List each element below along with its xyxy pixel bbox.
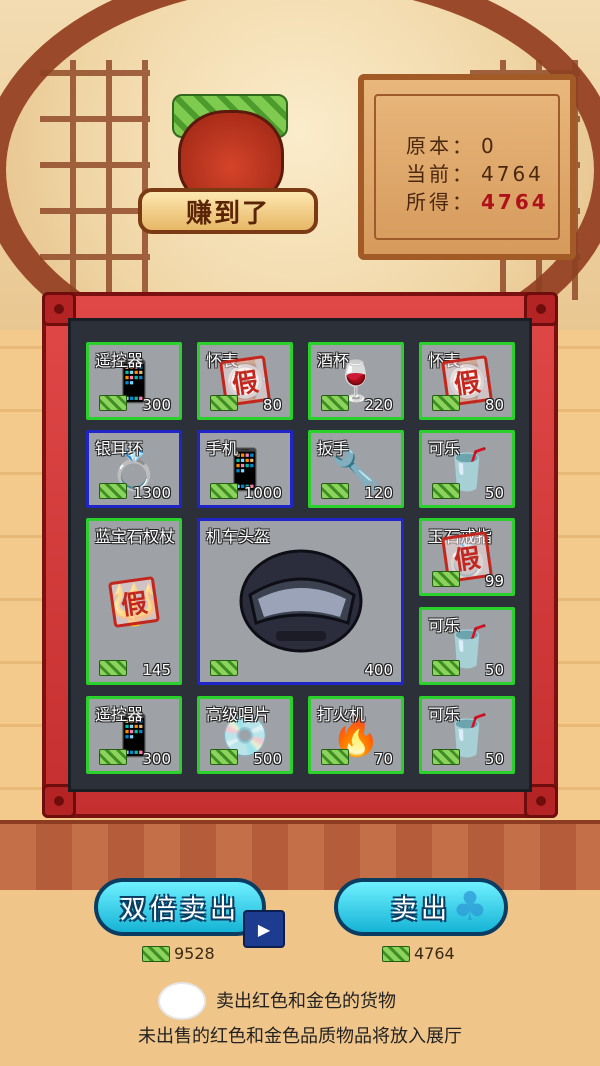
helmet-icon: [239, 549, 362, 653]
cash-icon: [99, 483, 127, 499]
item-slot[interactable]: ⌚怀表假80: [419, 342, 515, 420]
clover-icon: ♣: [452, 884, 488, 930]
cash-icon: [432, 660, 460, 676]
sell-amount: 4764: [382, 944, 455, 963]
cash-icon: [432, 749, 460, 765]
cash-icon: [99, 749, 127, 765]
item-slot[interactable]: 🔱蓝宝石权杖假145: [86, 518, 182, 685]
item-slot[interactable]: 🔥 打火机 70: [308, 696, 404, 774]
item-price: 120: [364, 484, 393, 502]
cash-icon: [142, 945, 170, 962]
item-price: 220: [364, 396, 393, 414]
item-name: 扳手: [317, 439, 350, 458]
item-price: 1300: [132, 484, 171, 502]
cash-icon: [432, 571, 460, 587]
stat-gain: 所得： 4764: [406, 190, 549, 214]
cash-icon: [432, 395, 460, 411]
item-slot[interactable]: 🍷 酒杯 220: [308, 342, 404, 420]
cash-icon: [210, 749, 238, 765]
item-name: 酒杯: [317, 351, 350, 370]
item-price: 99: [484, 572, 504, 590]
item-name: 可乐: [428, 705, 461, 724]
item-name: 可乐: [428, 616, 461, 635]
item-price: 145: [142, 661, 171, 679]
item-slot[interactable]: 💍玉石戒指假99: [419, 518, 515, 596]
item-name: 遥控器: [95, 351, 144, 370]
cash-icon: [99, 660, 127, 676]
item-name: 高级唱片: [206, 705, 271, 724]
double-sell-button[interactable]: 双倍卖出: [94, 878, 266, 936]
item-price: 70: [373, 750, 393, 768]
stat-original: 原本： 0: [406, 134, 497, 158]
carpet-border: [0, 820, 600, 898]
item-price: 80: [484, 396, 504, 414]
item-slot[interactable]: 🥤 可乐 50: [419, 607, 515, 685]
item-price: 50: [484, 750, 504, 768]
item-name: 银耳环: [95, 439, 144, 458]
item-price: 80: [262, 396, 282, 414]
item-name: 蓝宝石权杖: [95, 527, 176, 546]
item-price: 400: [364, 661, 393, 679]
item-slot[interactable]: 💿 高级唱片 500: [197, 696, 293, 774]
item-slot[interactable]: 机车头盔 400: [197, 518, 404, 685]
item-slot[interactable]: 💍 银耳环 1300: [86, 430, 182, 508]
sell-red-gold-toggle[interactable]: [158, 982, 206, 1020]
item-price: 500: [253, 750, 282, 768]
item-name: 机车头盔: [206, 527, 271, 546]
cash-icon: [321, 749, 349, 765]
stat-current: 当前： 4764: [406, 162, 544, 186]
cash-icon: [99, 395, 127, 411]
item-name: 打火机: [317, 705, 366, 724]
double-sell-amount: 9528: [142, 944, 215, 963]
item-slot[interactable]: 🥤 可乐 50: [419, 696, 515, 774]
item-slot[interactable]: 🔧 扳手 120: [308, 430, 404, 508]
item-slot[interactable]: 📱 遥控器 300: [86, 696, 182, 774]
item-slot[interactable]: ⌚怀表假80: [197, 342, 293, 420]
window-lattice-left: [40, 60, 150, 300]
cash-icon: [210, 483, 238, 499]
cash-icon: [321, 395, 349, 411]
item-price: 50: [484, 484, 504, 502]
sell-red-gold-label: 卖出红色和金色的货物: [216, 991, 396, 1012]
showroom-note: 未出售的红色和金色品质物品将放入展厅: [138, 1026, 462, 1047]
item-slot[interactable]: 🥤 可乐 50: [419, 430, 515, 508]
item-name: 遥控器: [95, 705, 144, 724]
item-name: 可乐: [428, 439, 461, 458]
item-price: 300: [142, 396, 171, 414]
reward-badge: 赚到了: [138, 94, 318, 240]
reward-badge-label: 赚到了: [138, 188, 318, 234]
video-ad-icon: ▶: [243, 910, 285, 948]
stats-board: 原本： 0 当前： 4764 所得： 4764: [358, 74, 576, 260]
fake-stamp: 假: [108, 575, 160, 628]
cash-icon: [432, 483, 460, 499]
cash-icon: [210, 395, 238, 411]
item-price: 1000: [243, 484, 282, 502]
item-price: 300: [142, 750, 171, 768]
cash-icon: [382, 945, 410, 962]
item-price: 50: [484, 661, 504, 679]
cash-icon: [321, 483, 349, 499]
cash-icon: [210, 660, 238, 676]
item-name: 手机: [206, 439, 239, 458]
item-slot[interactable]: 📱 遥控器 300: [86, 342, 182, 420]
item-slot[interactable]: 📱 手机 1000: [197, 430, 293, 508]
